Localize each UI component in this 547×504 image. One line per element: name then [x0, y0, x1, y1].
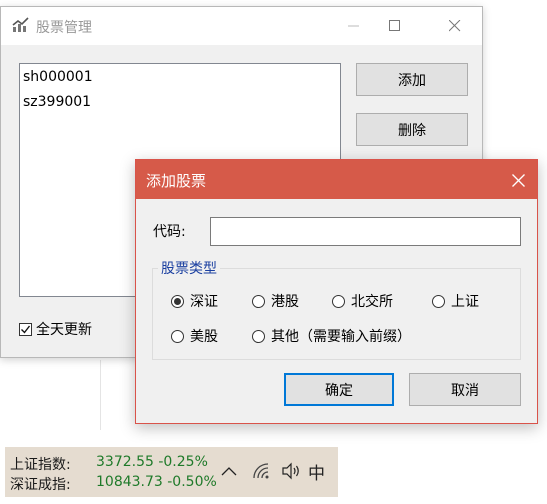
ticker-name: 深证成指:	[10, 477, 71, 493]
code-label: 代码:	[153, 224, 186, 240]
add-button[interactable]: 添加	[356, 63, 468, 96]
window-title: 股票管理	[36, 20, 92, 36]
code-input[interactable]	[210, 217, 521, 246]
show-hidden-icons-button[interactable]	[221, 459, 237, 483]
radio-label: 港股	[271, 294, 299, 310]
volume-button[interactable]	[281, 459, 301, 483]
radio-label: 深证	[190, 294, 218, 310]
minimize-button[interactable]	[334, 11, 374, 41]
refresh-all-day-checkbox[interactable]	[19, 322, 32, 336]
ticker-shenzhen[interactable]: 深证成指: 10843.73 -0.50%	[10, 474, 217, 494]
list-item[interactable]: sh000001	[20, 66, 340, 91]
ticker-name: 上证指数:	[10, 457, 71, 473]
ticker-value: 10843.73 -0.50%	[96, 474, 217, 490]
stock-type-group-title: 股票类型	[158, 258, 220, 278]
radio-us-stocks[interactable]: 美股	[171, 326, 218, 346]
maximize-icon	[389, 20, 400, 31]
maximize-button[interactable]	[375, 11, 415, 41]
add-stock-dialog: 添加股票 代码: 股票类型 深证 港股 北交所 上证 美股 其他（需要输入前缀）…	[135, 159, 538, 424]
radio-shenzhen[interactable]: 深证	[171, 291, 218, 311]
title-bar[interactable]: 股票管理	[1, 7, 482, 45]
radio-shanghai[interactable]: 上证	[432, 291, 479, 311]
delete-button[interactable]: 删除	[356, 113, 468, 146]
radio-button-checked[interactable]	[171, 294, 184, 308]
radio-label: 美股	[190, 329, 218, 345]
speaker-icon	[282, 462, 299, 480]
radio-label: 北交所	[351, 294, 393, 310]
ticker-shanghai[interactable]: 上证指数: 3372.55 -0.25%	[10, 454, 208, 474]
close-icon	[449, 20, 461, 32]
radio-label: 上证	[451, 294, 479, 310]
radio-other[interactable]: 其他（需要输入前缀）	[252, 326, 411, 346]
radio-button[interactable]	[432, 294, 445, 308]
radio-hongkong[interactable]: 港股	[252, 291, 299, 311]
dialog-title-bar[interactable]: 添加股票	[136, 160, 537, 199]
refresh-all-day-checkbox-row[interactable]: 全天更新	[19, 319, 92, 339]
background-divider	[100, 360, 101, 430]
checkmark-icon	[21, 325, 31, 334]
radio-button[interactable]	[252, 294, 265, 308]
dialog-close-button[interactable]	[507, 169, 529, 191]
stock-type-group	[152, 268, 521, 360]
chart-app-icon	[12, 17, 29, 32]
radio-button[interactable]	[171, 329, 184, 343]
cancel-button[interactable]: 取消	[409, 373, 521, 406]
minimize-icon	[348, 25, 359, 27]
chevron-up-icon	[221, 467, 237, 476]
close-button[interactable]	[435, 11, 475, 41]
refresh-all-day-label: 全天更新	[36, 322, 92, 338]
ime-indicator[interactable]: 中	[308, 459, 325, 484]
dialog-title: 添加股票	[146, 172, 207, 190]
close-icon	[511, 173, 525, 187]
list-item[interactable]: sz399001	[20, 91, 340, 116]
taskbar: 上证指数: 3372.55 -0.25% 深证成指: 10843.73 -0.5…	[5, 447, 338, 497]
radio-beijing-exchange[interactable]: 北交所	[332, 291, 393, 311]
wifi-icon	[253, 463, 269, 479]
ok-button[interactable]: 确定	[284, 373, 394, 406]
ticker-value: 3372.55 -0.25%	[96, 454, 208, 470]
network-button[interactable]	[252, 459, 272, 483]
radio-button[interactable]	[332, 294, 345, 308]
radio-label: 其他（需要输入前缀）	[271, 329, 411, 345]
radio-button[interactable]	[252, 329, 265, 343]
